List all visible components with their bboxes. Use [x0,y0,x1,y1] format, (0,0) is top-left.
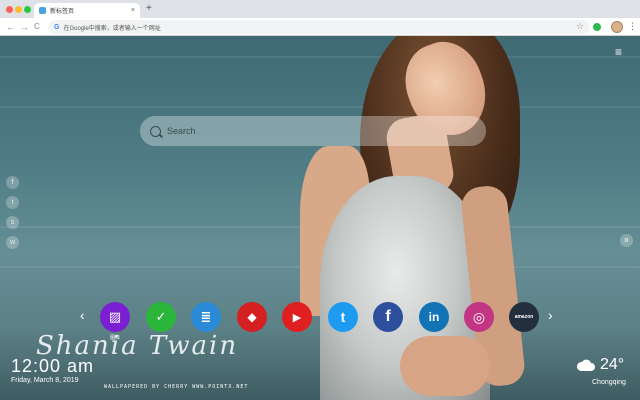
portrait-hand [400,336,490,396]
profile-avatar[interactable] [611,21,623,33]
wallpaper-credit: WALLPAPERED BY CHERRY WWW.POINTX.NET [104,384,249,390]
address-bar[interactable]: G 在Google中搜索，或者输入一个网址 ☆ [48,20,590,34]
search-icon [150,125,161,137]
bookmark-star-icon[interactable]: ☆ [576,21,584,32]
instagram-app-icon[interactable]: ◎ [464,302,494,332]
amazon-app-icon[interactable]: amazon [509,302,539,332]
search-input[interactable] [167,126,467,136]
social-share-rail: f t s w [6,176,19,249]
tab-close-icon[interactable]: × [131,7,135,14]
twitter-share-icon[interactable]: t [6,196,19,209]
apps-next-arrow-icon[interactable]: › [548,308,553,322]
gallery-app-icon[interactable]: ▨ [100,302,130,332]
weather-temperature: 24° [600,356,625,373]
extension-icon[interactable] [593,23,601,31]
hamburger-menu-icon[interactable]: ≡ [615,46,622,58]
apps-prev-arrow-icon[interactable]: ‹ [80,308,85,322]
close-window-button[interactable] [6,6,13,13]
twitter-app-icon[interactable]: t [328,302,358,332]
settings-toggle-icon[interactable]: o [620,234,633,247]
google-icon: G [54,23,60,31]
minimize-window-button[interactable] [15,6,22,13]
clock-time: 12:00 am [11,356,95,376]
browser-menu-icon[interactable]: ⋮ [628,20,637,32]
tasks-app-icon[interactable]: ✓ [146,302,176,332]
notes-app-icon[interactable]: ≣ [191,302,221,332]
maximize-window-button[interactable] [24,6,31,13]
snapchat-share-icon[interactable]: s [6,216,19,229]
background-streak [0,56,640,58]
wechat-share-icon[interactable]: w [6,236,19,249]
tab-new-tab[interactable]: 新标签页 × [34,3,140,18]
tab-title: 新标签页 [50,9,75,15]
new-tab-page: ≡ f t s w o ‹ › ▨ ✓ ≣ ◆ ▶ t f in ◎ amazo… [0,36,640,400]
clock-date: Friday, March 8, 2019 [11,377,79,384]
background-streak [0,106,640,108]
facebook-share-icon[interactable]: f [6,176,19,189]
forward-button[interactable]: → [20,21,29,33]
weather-city: Chongqing [592,379,626,386]
tab-strip: 新标签页 × + [0,0,640,18]
linkedin-app-icon[interactable]: in [419,302,449,332]
search-bar[interactable] [140,116,486,146]
address-bar-text: 在Google中搜索，或者输入一个网址 [63,25,161,32]
facebook-app-icon[interactable]: f [373,302,403,332]
tab-favicon-icon [39,7,46,14]
game-app-icon[interactable]: ◆ [237,302,267,332]
reload-button[interactable]: C [34,21,40,33]
new-tab-button[interactable]: + [146,4,152,14]
youtube-app-icon[interactable]: ▶ [282,302,312,332]
browser-toolbar: ← → C G 在Google中搜索，或者输入一个网址 ☆ [0,18,640,36]
cloud-weather-icon [576,359,595,371]
back-button[interactable]: ← [6,21,15,33]
